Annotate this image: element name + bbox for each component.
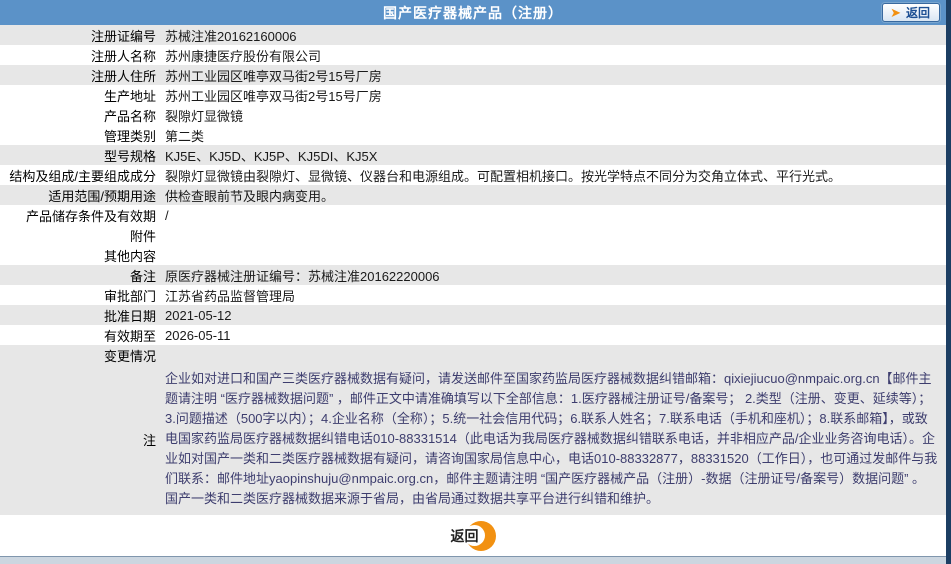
row-label: 其他内容 [103,248,156,264]
table-row: 型号规格 KJ5E、KJ5D、KJ5P、KJ5DI、KJ5X [0,145,946,165]
back-arrow-icon: ➤ [890,5,901,20]
row-label: 备注 [129,268,156,284]
row-value: KJ5E、KJ5D、KJ5P、KJ5DI、KJ5X [165,148,378,164]
row-label: 产品储存条件及有效期 [25,208,156,224]
table-row: 批准日期 2021-05-12 [0,305,946,325]
window-bottom-edge [0,556,946,564]
note-row: 注 企业如对进口和国产三类医疗器械数据有疑问，请发送邮件至国家药监局医疗器械数据… [0,365,946,515]
table-row: 备注 原医疗器械注册证编号：苏械注准20162220006 [0,265,946,285]
table-row: 附件 [0,225,946,245]
table-row: 产品储存条件及有效期 / [0,205,946,225]
row-label: 批准日期 [103,308,156,324]
table-row: 有效期至 2026-05-11 [0,325,946,345]
back-button-bottom-label: 返回 [450,527,479,544]
registration-table: 注册证编号 苏械注准20162160006 注册人名称 苏州康捷医疗股份有限公司 注册人… [0,25,946,365]
row-value: 原医疗器械注册证编号：苏械注准20162220006 [165,268,440,284]
row-value: 裂隙灯显微镜 [165,108,244,124]
row-label: 注册人住所 [90,68,156,84]
row-value: 江苏省药品监督管理局 [165,288,296,304]
row-label: 变更情况 [103,348,156,364]
table-row: 审批部门 江苏省药品监督管理局 [0,285,946,305]
row-label: 适用范围/预期用途 [48,188,156,204]
row-label: 管理类别 [103,128,156,144]
row-label: 生产地址 [103,88,156,104]
row-label: 注册人名称 [90,48,156,64]
back-button-bottom[interactable]: 返回 [450,520,496,551]
back-button-label: 返回 [905,6,930,20]
note-label: 注 [142,432,156,448]
row-value: 裂隙灯显微镜由裂隙灯、显微镜、仪器台和电源组成。可配置相机接口。按光学特点不同分… [165,168,842,184]
row-value: 苏州工业园区唯亭双马街2号15号厂房 [165,88,382,104]
page-header: 国产医疗器械产品（注册） ➤ 返回 [0,0,946,25]
row-label: 附件 [129,228,156,244]
table-row: 管理类别 第二类 [0,125,946,145]
row-value: 苏州康捷医疗股份有限公司 [165,48,322,64]
row-value: 苏州工业园区唯亭双马街2号15号厂房 [165,68,382,84]
row-value: 2021-05-12 [165,307,232,323]
page-footer: 返回 [0,515,946,556]
table-row: 其他内容 [0,245,946,265]
row-label: 有效期至 [103,328,156,344]
back-button-top[interactable]: ➤ 返回 [882,3,940,22]
row-value: 苏械注准20162160006 [165,28,297,44]
table-row: 结构及组成/主要组成成分 裂隙灯显微镜由裂隙灯、显微镜、仪器台和电源组成。可配置相… [0,165,946,185]
table-row: 适用范围/预期用途 供检查眼前节及眼内病变用。 [0,185,946,205]
row-label: 型号规格 [103,148,156,164]
table-row: 产品名称 裂隙灯显微镜 [0,105,946,125]
row-value: 供检查眼前节及眼内病变用。 [165,188,335,204]
row-label: 注册证编号 [90,28,156,44]
page-title: 国产医疗器械产品（注册） [383,4,563,21]
registration-detail-page: 国产医疗器械产品（注册） ➤ 返回 注册证编号 苏械注准20162160006 注册… [0,0,951,564]
row-value: 2026-05-11 [165,327,231,343]
table-row: 注册证编号 苏械注准20162160006 [0,25,946,45]
table-row: 变更情况 [0,345,946,365]
table-row: 生产地址 苏州工业园区唯亭双马街2号15号厂房 [0,85,946,105]
row-label: 结构及组成/主要组成成分 [9,168,156,184]
note-text: 企业如对进口和国产三类医疗器械数据有疑问，请发送邮件至国家药监局医疗器械数据纠错… [165,371,938,506]
row-value: 第二类 [165,128,205,144]
row-label: 产品名称 [103,108,156,124]
row-label: 审批部门 [103,288,156,304]
table-row: 注册人名称 苏州康捷医疗股份有限公司 [0,45,946,65]
row-value: / [165,207,169,223]
table-row: 注册人住所 苏州工业园区唯亭双马街2号15号厂房 [0,65,946,85]
